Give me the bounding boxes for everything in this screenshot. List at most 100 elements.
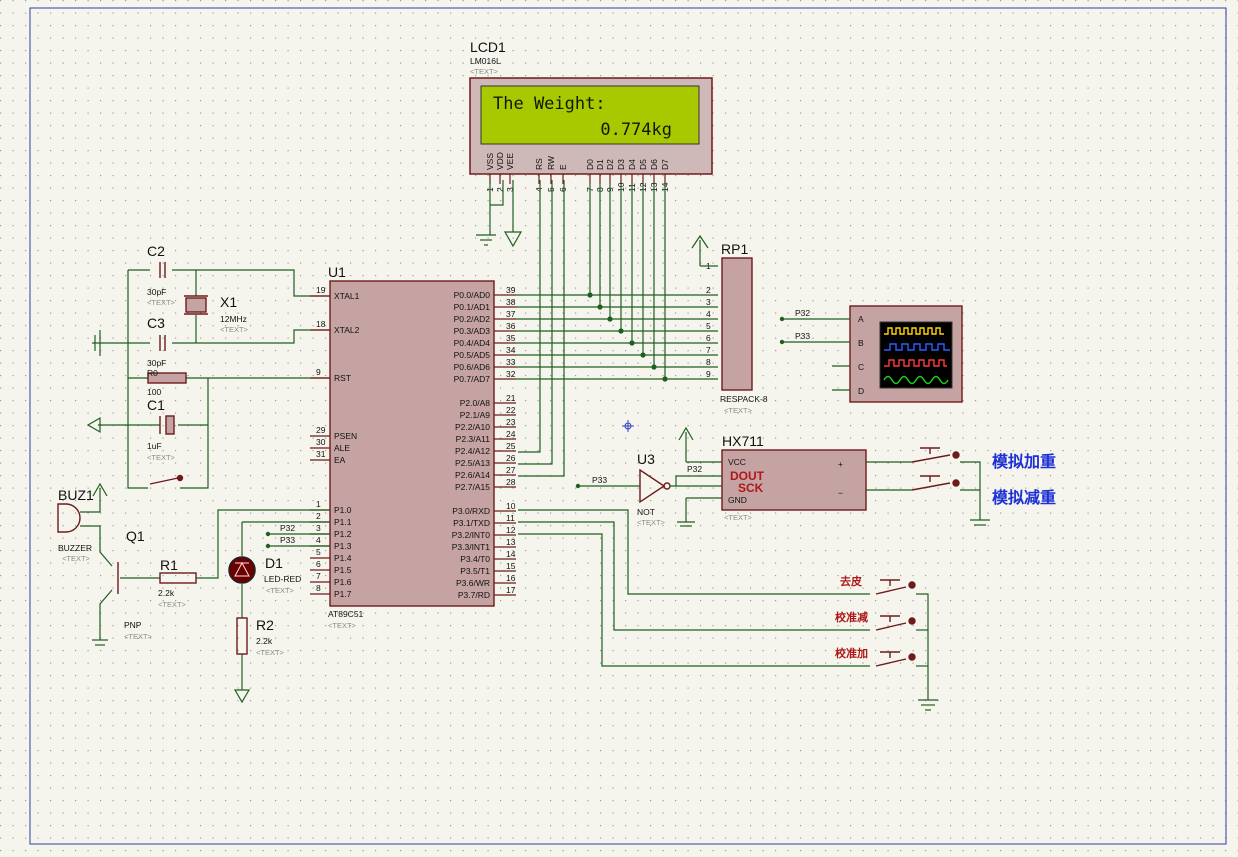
lcd-pin-2: VEE	[505, 153, 515, 170]
rp1-pin-4: 4	[706, 309, 711, 319]
lcd-pin-9: D3	[616, 159, 626, 170]
d1-text-tag: <TEXT>	[266, 586, 295, 595]
button-sub-weight[interactable]: 模拟减重	[992, 488, 1056, 507]
mcu-pin-P2-7-A15: P2.7/A15	[455, 482, 490, 492]
mcu-pin-XTAL2: XTAL2	[334, 325, 360, 335]
lcd-pin-10: D4	[627, 159, 637, 170]
mcu-pin-P3-0-RXD: P3.0/RXD	[452, 506, 490, 516]
mcu-at89c51[interactable]: U1 AT89C51 <TEXT> 19XTAL118XTAL29RST29PS…	[310, 264, 516, 630]
x1-ref: X1	[220, 294, 237, 310]
c3-ref: C3	[147, 315, 165, 331]
button-add-weight[interactable]: 模拟加重	[992, 452, 1056, 471]
mcu-pin-no-16: 16	[506, 573, 516, 583]
mcu-pin-no-10: 10	[506, 501, 516, 511]
q1-text-tag: <TEXT>	[124, 632, 153, 641]
rp1-pin-2: 2	[706, 285, 711, 295]
hx711-pin-gnd: GND	[728, 495, 747, 505]
r1-value: 2.2k	[158, 588, 175, 598]
lcd-line-2: 0.774kg	[600, 120, 672, 140]
lcd-pin-13: D7	[660, 159, 670, 170]
hx711-ref: HX711	[722, 433, 764, 449]
mcu-pin-P2-6-A14: P2.6/A14	[455, 470, 490, 480]
mcu-pin-P1.1: P1.1	[334, 517, 352, 527]
mcu-ref: U1	[328, 264, 346, 280]
mcu-pin-P3-5-T1: P3.5/T1	[460, 566, 490, 576]
scope-net-b: P33	[795, 331, 810, 341]
r2-text-tag: <TEXT>	[256, 648, 285, 657]
mcu-pin-P0-1-AD1: P0.1/AD1	[454, 302, 491, 312]
mcu-pin-P0-6-AD6: P0.6/AD6	[454, 362, 491, 372]
lcd-pin-3: RS	[534, 158, 544, 170]
mcu-pin-no-12: 12	[506, 525, 516, 535]
mcu-model: AT89C51	[328, 609, 364, 619]
mcu-pin-no-7: 7	[316, 571, 321, 581]
x1-text-tag: <TEXT>	[220, 325, 249, 334]
c3-value: 30pF	[147, 358, 166, 368]
mcu-pin-no-14: 14	[506, 549, 516, 559]
c1-text-tag: <TEXT>	[147, 453, 176, 462]
buz1-text-tag: <TEXT>	[62, 554, 91, 563]
hx711-net: P32	[687, 464, 702, 474]
mcu-pin-P2-1-A9: P2.1/A9	[460, 410, 491, 420]
mcu-pin-no-4: 4	[316, 535, 321, 545]
c2-text-tag: <TEXT>	[147, 298, 176, 307]
mcu-pin-P0-0-AD0: P0.0/AD0	[454, 290, 491, 300]
r0-ref: R0	[147, 368, 158, 378]
mcu-pin-no-30: 30	[316, 437, 326, 447]
rp1-pin-9: 9	[706, 369, 711, 379]
hx711-pin-vcc: VCC	[728, 457, 746, 467]
button-cal-plus[interactable]: 校准加	[835, 646, 868, 660]
mcu-pin-P0-7-AD7: P0.7/AD7	[454, 374, 491, 384]
u3-net: P33	[592, 475, 607, 485]
rp1-pin-5: 5	[706, 321, 711, 331]
mcu-pin-P1.0: P1.0	[334, 505, 352, 515]
mcu-pin-P0-5-AD5: P0.5/AD5	[454, 350, 491, 360]
q1-ref: Q1	[126, 528, 145, 544]
hx711-plus: +	[838, 459, 843, 469]
button-cal-minus[interactable]: 校准减	[835, 610, 868, 624]
mcu-pin-P1.4: P1.4	[334, 553, 352, 563]
lcd-line-1: The Weight:	[493, 94, 606, 114]
mcu-pin-no-17: 17	[506, 585, 516, 595]
lcd-pin-no-5: 6	[558, 187, 568, 192]
scope-channel-a: A	[858, 314, 864, 324]
u3-model: NOT	[637, 507, 655, 517]
mcu-pin-P1.3: P1.3	[334, 541, 352, 551]
rp1-pin-7: 7	[706, 345, 711, 355]
r0-value: 100	[147, 387, 161, 397]
mcu-pin-P3-7-RD: P3.7/RD	[458, 590, 490, 600]
mcu-pin-no-23: 23	[506, 417, 516, 427]
mcu-pin-P3-1-TXD: P3.1/TXD	[453, 518, 490, 528]
mcu-pin-P1.7: P1.7	[334, 589, 352, 599]
hx711-pin-sck: SCK	[738, 481, 764, 495]
mcu-pin-P2-3-A11: P2.3/A11	[456, 434, 491, 444]
mcu-pin-no-15: 15	[506, 561, 516, 571]
mcu-pin-no-21: 21	[506, 393, 516, 403]
rp1-text-tag: <TEXT>	[724, 406, 753, 415]
u3-ref: U3	[637, 451, 655, 467]
lcd-text-tag: <TEXT>	[470, 67, 499, 76]
mcu-pin-no-3: 3	[316, 523, 321, 533]
mcu-text-tag: <TEXT>	[328, 621, 357, 630]
schematic-canvas: LCD1 LM016L <TEXT> The Weight: 0.774kg V…	[0, 0, 1238, 852]
mcu-pin-ALE: ALE	[334, 443, 350, 453]
scope-channel-d: D	[858, 386, 864, 396]
mcu-pin-P2-0-A8: P2.0/A8	[460, 398, 491, 408]
q1-model: PNP	[124, 620, 142, 630]
mcu-pin-no-33: 33	[506, 357, 516, 367]
mcu-pin-P0-2-AD2: P0.2/AD2	[454, 314, 491, 324]
button-tare[interactable]: 去皮	[840, 574, 862, 588]
mcu-pin-no-1: 1	[316, 499, 321, 509]
mcu-pin-no-25: 25	[506, 441, 516, 451]
mcu-pin-P1.6: P1.6	[334, 577, 352, 587]
scope-channel-b: B	[858, 338, 864, 348]
r2-ref: R2	[256, 617, 274, 633]
d1-model: LED-RED	[264, 574, 301, 584]
oscilloscope[interactable]: A B C D	[849, 305, 963, 403]
mcu-pin-no-9: 9	[316, 367, 321, 377]
rp1-ref: RP1	[721, 241, 748, 257]
mcu-pin-P0-4-AD4: P0.4/AD4	[454, 338, 491, 348]
rp1-model: RESPACK-8	[720, 394, 768, 404]
schematic-sheet: LCD1 LM016L <TEXT> The Weight: 0.774kg V…	[0, 0, 1238, 852]
mcu-pin-no-32: 32	[506, 369, 516, 379]
